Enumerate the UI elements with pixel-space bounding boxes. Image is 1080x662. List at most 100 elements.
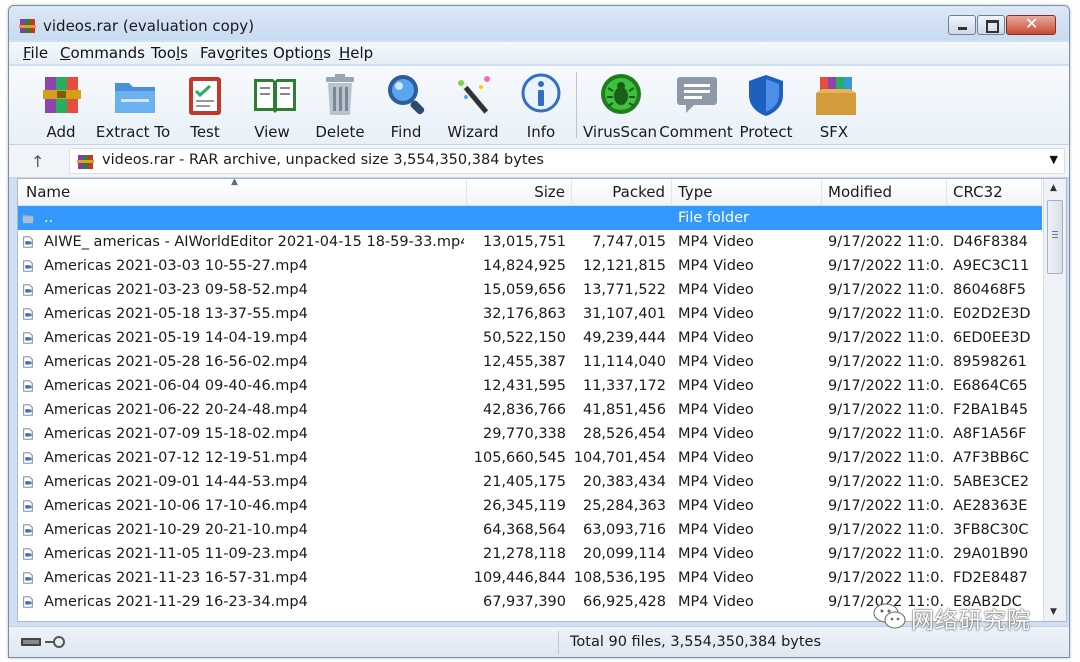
menu-commands[interactable]: Commands bbox=[60, 44, 145, 62]
file-size: 42,836,766 bbox=[482, 402, 566, 418]
file-type: MP4 Video bbox=[678, 426, 754, 442]
shield-icon bbox=[749, 75, 783, 116]
file-packed: 41,851,456 bbox=[582, 402, 666, 418]
menu-file[interactable]: File bbox=[23, 44, 48, 62]
table-row[interactable]: Americas 2021-10-06 17-10-46.mp4 26,345,1… bbox=[18, 494, 1042, 518]
file-crc32: 5ABE3CE2 bbox=[953, 474, 1029, 490]
table-row[interactable]: Americas 2021-09-01 14-44-53.mp4 21,405,1… bbox=[18, 470, 1042, 494]
file-packed: 20,383,434 bbox=[582, 474, 666, 490]
file-name: Americas 2021-05-19 14-04-19.mp4 bbox=[44, 330, 308, 346]
table-row[interactable]: Americas 2021-11-23 16-57-31.mp4 109,446,… bbox=[18, 566, 1042, 590]
file-name: AIWE_ americas - AIWorldEditor 2021-04-1… bbox=[44, 234, 464, 250]
scroll-up-icon[interactable]: ▲ bbox=[1050, 183, 1057, 193]
table-row[interactable]: AIWE_ americas - AIWorldEditor 2021-04-1… bbox=[18, 230, 1042, 254]
table-row[interactable]: Americas 2021-06-22 20-24-48.mp4 42,836,7… bbox=[18, 398, 1042, 422]
table-row[interactable]: Americas 2021-10-29 20-21-10.mp4 64,368,5… bbox=[18, 518, 1042, 542]
magnifier-icon bbox=[388, 75, 425, 115]
file-name: Americas 2021-03-23 09-58-52.mp4 bbox=[44, 282, 308, 298]
winrar-window: videos.rar (evaluation copy) ✕ File Comm… bbox=[8, 5, 1070, 658]
drive-key-icon bbox=[21, 636, 65, 648]
file-name: Americas 2021-06-22 20-24-48.mp4 bbox=[44, 402, 308, 418]
file-size: 29,770,338 bbox=[482, 426, 566, 442]
file-name: Americas 2021-10-06 17-10-46.mp4 bbox=[44, 498, 308, 514]
status-separator bbox=[558, 631, 559, 654]
file-size: 105,660,545 bbox=[473, 450, 566, 466]
file-packed: 7,747,015 bbox=[592, 234, 666, 250]
file-type: MP4 Video bbox=[678, 330, 754, 346]
table-row[interactable]: Americas 2021-05-19 14-04-19.mp4 50,522,1… bbox=[18, 326, 1042, 350]
file-name: Americas 2021-11-05 11-09-23.mp4 bbox=[44, 546, 308, 562]
file-packed: 11,114,040 bbox=[582, 354, 666, 370]
extract-to-button[interactable]: Extract To bbox=[96, 70, 170, 142]
menu-tools[interactable]: Tools bbox=[151, 44, 188, 62]
virusscan-button[interactable]: VirusScan bbox=[583, 70, 657, 142]
file-modified: 9/17/2022 11:0... bbox=[828, 354, 944, 370]
info-button[interactable]: Info bbox=[506, 70, 576, 142]
file-name: Americas 2021-09-01 14-44-53.mp4 bbox=[44, 474, 308, 490]
archive-path-text: videos.rar - RAR archive, unpacked size … bbox=[102, 152, 544, 168]
table-row[interactable]: Americas 2021-05-18 13-37-55.mp4 32,176,8… bbox=[18, 302, 1042, 326]
file-type: MP4 Video bbox=[678, 282, 754, 298]
column-type[interactable]: Type bbox=[672, 179, 822, 205]
file-type: MP4 Video bbox=[678, 234, 754, 250]
watermark-text: 网络研究院 bbox=[911, 608, 1031, 634]
video-file-icon bbox=[23, 452, 33, 464]
column-modified[interactable]: Modified bbox=[822, 179, 947, 205]
menu-help[interactable]: Help bbox=[339, 44, 373, 62]
column-packed[interactable]: Packed bbox=[572, 179, 672, 205]
info-icon bbox=[521, 73, 561, 113]
status-summary: Total 90 files, 3,554,350,384 bytes bbox=[570, 634, 822, 650]
table-row[interactable]: Americas 2021-03-03 10-55-27.mp4 14,824,9… bbox=[18, 254, 1042, 278]
table-row[interactable]: Americas 2021-06-04 09-40-46.mp4 12,431,5… bbox=[18, 374, 1042, 398]
maximize-button[interactable] bbox=[977, 15, 1005, 35]
file-modified: 9/17/2022 11:0... bbox=[828, 330, 944, 346]
video-file-icon bbox=[23, 596, 33, 608]
scroll-thumb[interactable] bbox=[1047, 200, 1063, 274]
close-button[interactable]: ✕ bbox=[1006, 14, 1056, 35]
path-dropdown-icon[interactable]: ▼ bbox=[1050, 153, 1058, 166]
file-packed: 12,121,815 bbox=[582, 258, 666, 274]
archive-icon bbox=[77, 155, 94, 169]
grip-icon bbox=[1052, 231, 1058, 232]
table-row[interactable]: Americas 2021-07-09 15-18-02.mp4 29,770,3… bbox=[18, 422, 1042, 446]
file-modified: 9/17/2022 11:0... bbox=[828, 498, 944, 514]
table-row[interactable]: Americas 2021-03-23 09-58-52.mp4 15,059,6… bbox=[18, 278, 1042, 302]
minimize-icon bbox=[958, 27, 967, 30]
file-size: 32,176,863 bbox=[482, 306, 566, 322]
file-crc32: FD2E8487 bbox=[953, 570, 1028, 586]
file-modified: 9/17/2022 11:0... bbox=[828, 258, 944, 274]
column-crc32[interactable]: CRC32 bbox=[947, 179, 1042, 205]
up-folder-button[interactable]: ↑ bbox=[31, 152, 44, 171]
menu-options[interactable]: Options bbox=[273, 44, 331, 62]
file-modified: 9/17/2022 11:0... bbox=[828, 522, 944, 538]
file-modified: 9/17/2022 11:0... bbox=[828, 426, 944, 442]
file-size: 13,015,751 bbox=[482, 234, 566, 250]
file-crc32: A9EC3C11 bbox=[953, 258, 1030, 274]
column-size[interactable]: Size bbox=[467, 179, 572, 205]
table-row[interactable]: Americas 2021-07-12 12-19-51.mp4 105,660,… bbox=[18, 446, 1042, 470]
menu-favorites[interactable]: Favorites bbox=[200, 44, 268, 62]
file-modified: 9/17/2022 11:0... bbox=[828, 378, 944, 394]
menu-bar: File Commands Tools Favorites Options He… bbox=[9, 42, 1069, 64]
file-size: 21,278,118 bbox=[482, 546, 566, 562]
file-packed: 13,771,522 bbox=[582, 282, 666, 298]
sfx-button[interactable]: SFX bbox=[799, 70, 869, 142]
video-file-icon bbox=[23, 476, 33, 488]
vertical-scrollbar[interactable]: ▲ ▼ bbox=[1043, 179, 1066, 621]
file-type: MP4 Video bbox=[678, 402, 754, 418]
column-name[interactable]: Name bbox=[18, 179, 467, 205]
file-type: MP4 Video bbox=[678, 522, 754, 538]
table-row[interactable]: Americas 2021-11-05 11-09-23.mp4 21,278,1… bbox=[18, 542, 1042, 566]
file-packed bbox=[572, 206, 666, 230]
minimize-button[interactable] bbox=[948, 15, 976, 35]
title-bar[interactable]: videos.rar (evaluation copy) ✕ bbox=[9, 6, 1069, 40]
file-packed: 49,239,444 bbox=[582, 330, 666, 346]
file-name: Americas 2021-10-29 20-21-10.mp4 bbox=[44, 522, 308, 538]
table-row[interactable]: Americas 2021-05-28 16-56-02.mp4 12,455,3… bbox=[18, 350, 1042, 374]
table-row[interactable]: .. File folder bbox=[18, 206, 1042, 230]
wechat-logo-icon bbox=[873, 603, 906, 629]
file-type: MP4 Video bbox=[678, 378, 754, 394]
add-button[interactable]: Add bbox=[26, 70, 96, 142]
archive-path-field[interactable]: videos.rar - RAR archive, unpacked size … bbox=[69, 148, 1065, 174]
wechat-watermark: 网络研究院 bbox=[867, 596, 1067, 636]
